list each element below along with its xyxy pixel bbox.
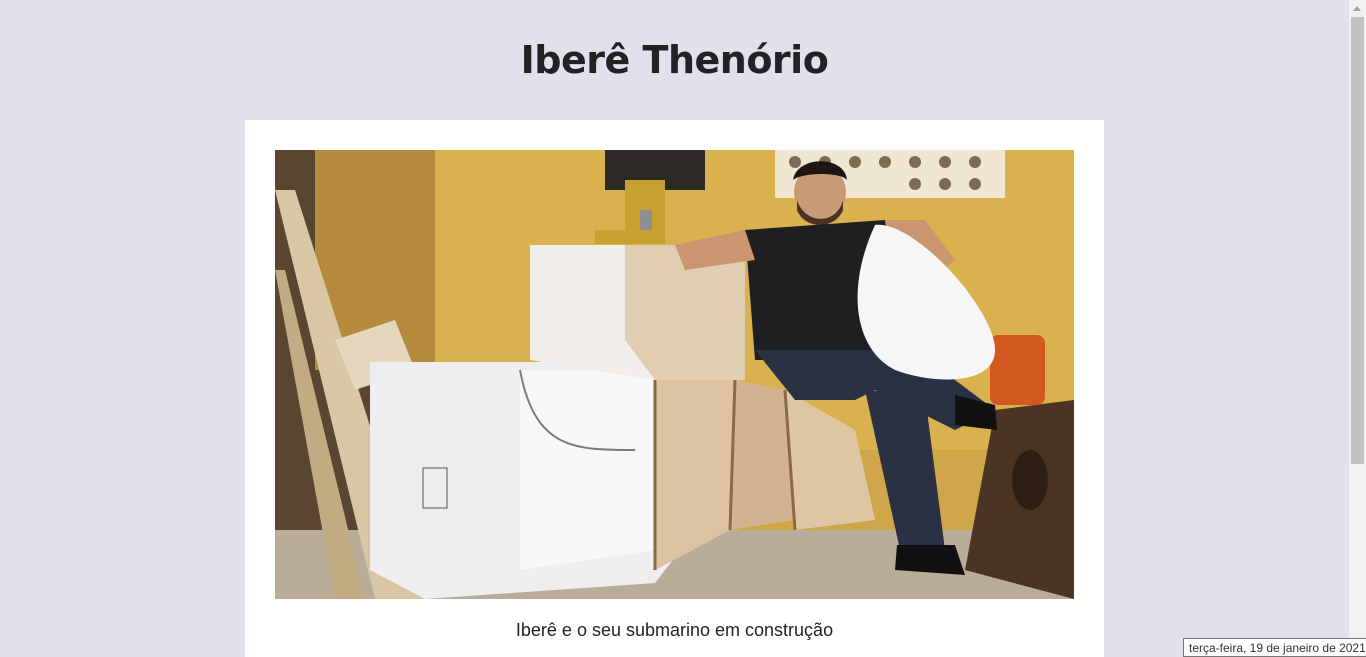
photo-illustration	[275, 150, 1074, 599]
site-title[interactable]: Iberê Thenório	[0, 36, 1349, 84]
page-viewport: Iberê Thenório Iberê e o seu submarino e…	[0, 0, 1349, 657]
scroll-up-arrow-icon[interactable]	[1349, 0, 1366, 17]
post-card: Iberê e o seu submarino em construção	[245, 120, 1104, 657]
scroll-thumb[interactable]	[1351, 17, 1364, 464]
date-tooltip: terça-feira, 19 de janeiro de 2021	[1183, 638, 1366, 657]
photo-caption: Iberê e o seu submarino em construção	[515, 620, 834, 640]
post-photo[interactable]	[275, 150, 1074, 599]
vertical-scrollbar[interactable]	[1349, 0, 1366, 657]
